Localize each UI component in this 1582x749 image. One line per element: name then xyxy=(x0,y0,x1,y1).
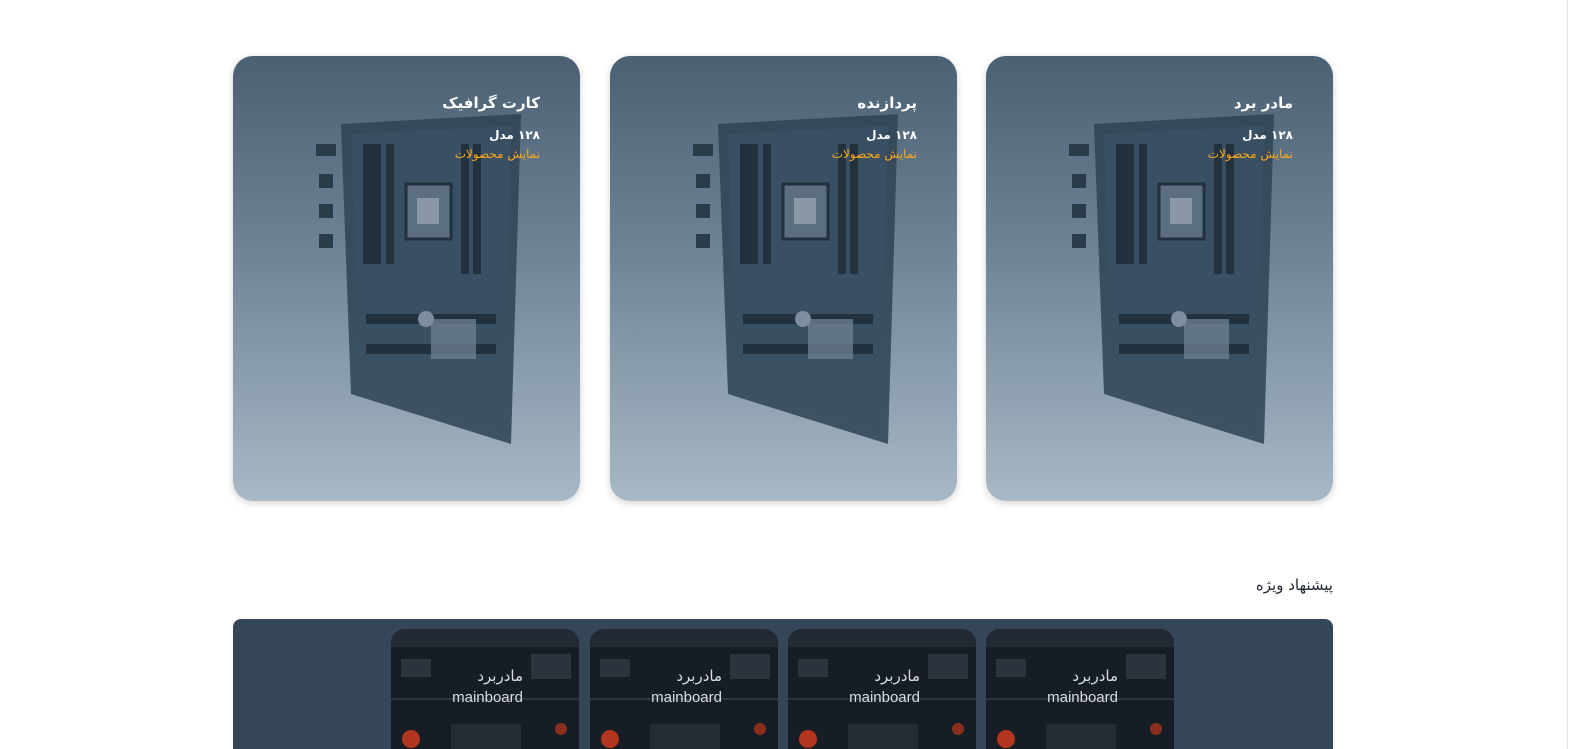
show-products-link[interactable]: نمایش محصولات xyxy=(832,147,917,161)
offer-title-en: mainboard xyxy=(849,689,920,706)
category-cards: مادر برد ۱۲۸ مدل نمایش محصولات پردازنده xyxy=(233,56,1333,502)
category-count: ۱۲۸ مدل xyxy=(1242,128,1293,142)
offer-card[interactable]: مادربرد mainboard xyxy=(788,629,976,749)
offer-title-fa: مادربرد xyxy=(874,667,920,685)
category-card-processor[interactable]: پردازنده ۱۲۸ مدل نمایش محصولات xyxy=(610,56,957,501)
category-count: ۱۲۸ مدل xyxy=(489,128,540,142)
motherboard-image xyxy=(693,114,898,444)
offer-title-fa: مادربرد xyxy=(676,667,722,685)
page-scrollbar[interactable] xyxy=(1567,0,1582,749)
category-count: ۱۲۸ مدل xyxy=(866,128,917,142)
offer-card[interactable]: مادربرد mainboard xyxy=(986,629,1174,749)
category-card-graphics-card[interactable]: کارت گرافیک ۱۲۸ مدل نمایش محصولات xyxy=(233,56,580,501)
special-offer-heading: پیشنهاد ویژه xyxy=(1255,576,1333,594)
offer-title-fa: مادربرد xyxy=(1072,667,1118,685)
show-products-link[interactable]: نمایش محصولات xyxy=(442,147,540,161)
offer-title-en: mainboard xyxy=(452,689,523,706)
special-offer-carousel: مادربرد mainboard مادربرد mainboard مادر… xyxy=(233,619,1333,749)
offer-card[interactable]: مادربرد mainboard xyxy=(391,629,579,749)
offer-title-fa: مادربرد xyxy=(477,667,523,685)
category-title: مادر برد xyxy=(1233,94,1293,112)
category-card-motherboard[interactable]: مادر برد ۱۲۸ مدل نمایش محصولات xyxy=(986,56,1333,501)
category-title: کارت گرافیک xyxy=(442,94,540,112)
motherboard-image xyxy=(316,114,521,444)
offer-card[interactable]: مادربرد mainboard xyxy=(590,629,778,749)
show-products-link[interactable]: نمایش محصولات xyxy=(1208,147,1293,161)
offer-title-en: mainboard xyxy=(651,689,722,706)
offer-title-en: mainboard xyxy=(1047,689,1118,706)
motherboard-image xyxy=(1069,114,1274,444)
category-title: پردازنده xyxy=(857,94,917,112)
